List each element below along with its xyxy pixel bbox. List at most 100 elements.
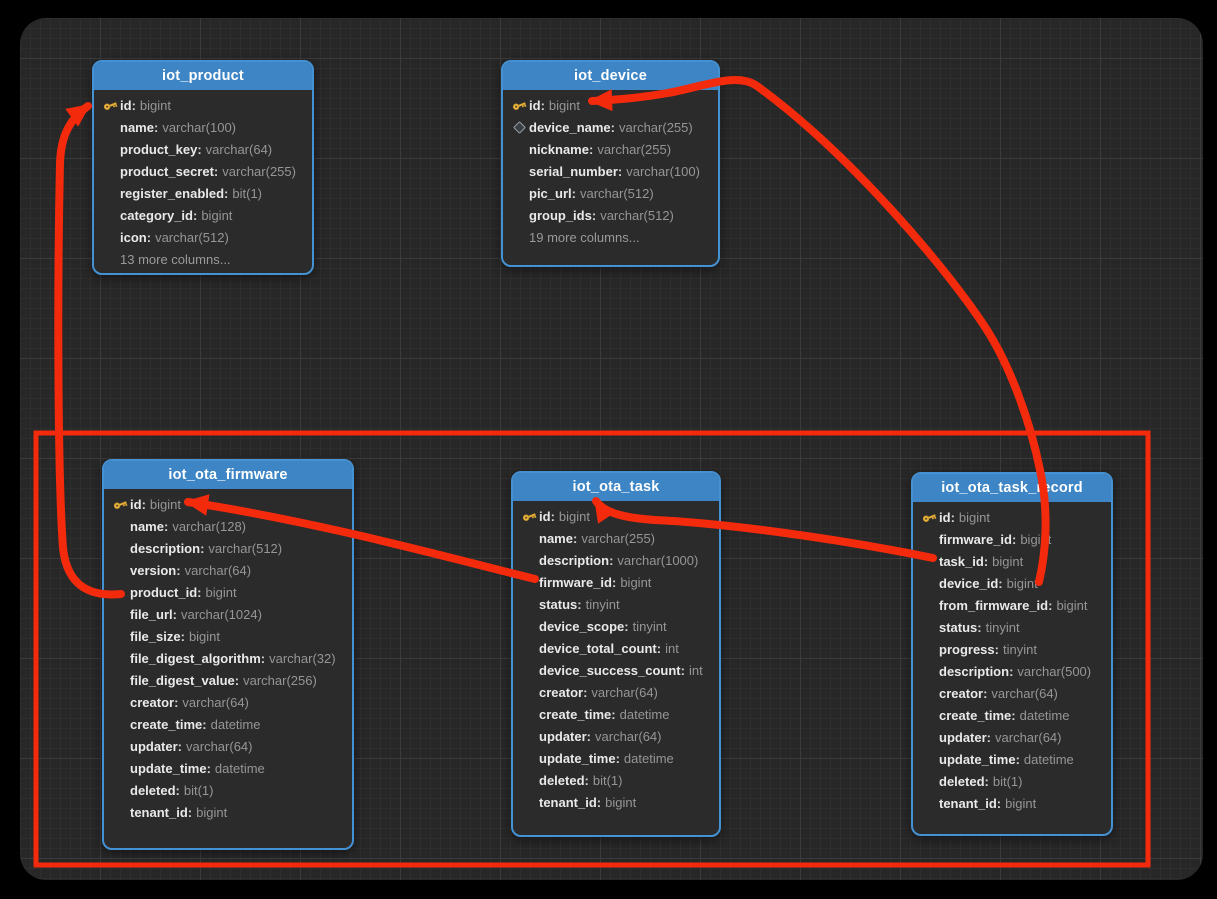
table-iot-ota-task-record[interactable]: iot_ota_task_record id:bigintfirmware_id… [911,472,1113,836]
column-row[interactable]: name:varchar(255) [513,527,719,549]
column-row[interactable]: deleted:bit(1) [913,770,1111,792]
column-row[interactable]: create_time:datetime [104,713,352,735]
column-row[interactable]: register_enabled:bit(1) [94,182,312,204]
column-row[interactable]: firmware_id:bigint [513,571,719,593]
table-header[interactable]: iot_device [503,62,718,90]
column-type: int [665,641,679,656]
column-type: varchar(1000) [617,553,698,568]
column-row[interactable]: status:tinyint [913,616,1111,638]
column-row[interactable]: update_time:datetime [513,747,719,769]
column-row[interactable]: icon:varchar(512) [94,226,312,248]
column-row[interactable]: device_total_count:int [513,637,719,659]
column-name: creator [539,685,583,700]
column-row[interactable]: deleted:bit(1) [513,769,719,791]
column-icon-spacer [519,640,539,656]
column-name-separator: : [207,761,211,776]
column-row[interactable]: name:varchar(128) [104,515,352,537]
column-icon-spacer [519,618,539,634]
column-row[interactable]: updater:varchar(64) [513,725,719,747]
column-row[interactable]: product_secret:varchar(255) [94,160,312,182]
column-row[interactable]: id:bigint [104,493,352,515]
column-row[interactable]: progress:tinyint [913,638,1111,660]
column-name-separator: : [235,673,239,688]
column-type: tinyint [986,620,1020,635]
column-type: varchar(255) [581,531,655,546]
column-row[interactable]: file_digest_algorithm:varchar(32) [104,647,352,669]
column-row[interactable]: update_time:datetime [913,748,1111,770]
column-row[interactable]: device_name:varchar(255) [503,116,718,138]
column-row[interactable]: tenant_id:bigint [913,792,1111,814]
column-name-separator: : [173,607,177,622]
column-name: register_enabled [120,186,224,201]
table-iot-product[interactable]: iot_product id:bigintname:varchar(100)pr… [92,60,314,275]
column-name-separator: : [951,510,955,525]
column-icon-spacer [110,694,130,710]
column-row[interactable]: updater:varchar(64) [913,726,1111,748]
column-type: bigint [605,795,636,810]
table-header[interactable]: iot_ota_task_record [913,474,1111,502]
table-header[interactable]: iot_product [94,62,312,90]
column-name: update_time [130,761,207,776]
column-row[interactable]: updater:varchar(64) [104,735,352,757]
more-columns-row[interactable]: 19 more columns... [503,226,718,248]
column-row[interactable]: id:bigint [94,94,312,116]
column-row[interactable]: tenant_id:bigint [513,791,719,813]
column-type: varchar(64) [185,563,251,578]
table-iot-ota-firmware[interactable]: iot_ota_firmware id:bigintname:varchar(1… [102,459,354,850]
column-type: bigint [620,575,651,590]
column-row[interactable]: from_firmware_id:bigint [913,594,1111,616]
column-type: bigint [150,497,181,512]
column-row[interactable]: creator:varchar(64) [913,682,1111,704]
more-columns-row[interactable]: 13 more columns... [94,248,312,270]
column-row[interactable]: creator:varchar(64) [513,681,719,703]
table-iot-device[interactable]: iot_device id:bigintdevice_name:varchar(… [501,60,720,267]
column-row[interactable]: status:tinyint [513,593,719,615]
column-row[interactable]: firmware_id:bigint [913,528,1111,550]
table-header[interactable]: iot_ota_task [513,473,719,501]
column-row[interactable]: id:bigint [913,506,1111,528]
column-icon-spacer [919,707,939,723]
column-row[interactable]: id:bigint [513,505,719,527]
column-type: datetime [1020,708,1070,723]
column-name-separator: : [551,509,555,524]
column-row[interactable]: name:varchar(100) [94,116,312,138]
column-row[interactable]: category_id:bigint [94,204,312,226]
column-type: bit(1) [993,774,1023,789]
column-icon-spacer [919,553,939,569]
column-row[interactable]: device_scope:tinyint [513,615,719,637]
column-name: file_url [130,607,173,622]
table-iot-ota-task[interactable]: iot_ota_task id:bigintname:varchar(255)d… [511,471,721,837]
column-type: bigint [1056,598,1087,613]
column-row[interactable]: device_id:bigint [913,572,1111,594]
column-row[interactable]: product_id:bigint [104,581,352,603]
column-row[interactable]: product_key:varchar(64) [94,138,312,160]
column-type: varchar(128) [172,519,246,534]
column-name: pic_url [529,186,572,201]
column-row[interactable]: deleted:bit(1) [104,779,352,801]
column-row[interactable]: id:bigint [503,94,718,116]
column-name: device_id [939,576,998,591]
column-name-separator: : [624,619,628,634]
table-header[interactable]: iot_ota_firmware [104,461,352,489]
column-row[interactable]: pic_url:varchar(512) [503,182,718,204]
column-row[interactable]: version:varchar(64) [104,559,352,581]
column-row[interactable]: nickname:varchar(255) [503,138,718,160]
column-row[interactable]: create_time:datetime [913,704,1111,726]
column-row[interactable]: group_ids:varchar(512) [503,204,718,226]
column-row[interactable]: create_time:datetime [513,703,719,725]
column-row[interactable]: description:varchar(1000) [513,549,719,571]
column-type: bit(1) [593,773,623,788]
column-row[interactable]: description:varchar(512) [104,537,352,559]
column-row[interactable]: creator:varchar(64) [104,691,352,713]
column-row[interactable]: serial_number:varchar(100) [503,160,718,182]
column-row[interactable]: file_size:bigint [104,625,352,647]
column-name-separator: : [181,629,185,644]
column-row[interactable]: tenant_id:bigint [104,801,352,823]
column-row[interactable]: file_url:varchar(1024) [104,603,352,625]
column-row[interactable]: update_time:datetime [104,757,352,779]
column-row[interactable]: file_digest_value:varchar(256) [104,669,352,691]
column-icon-spacer [919,531,939,547]
column-row[interactable]: description:varchar(500) [913,660,1111,682]
column-row[interactable]: task_id:bigint [913,550,1111,572]
column-row[interactable]: device_success_count:int [513,659,719,681]
